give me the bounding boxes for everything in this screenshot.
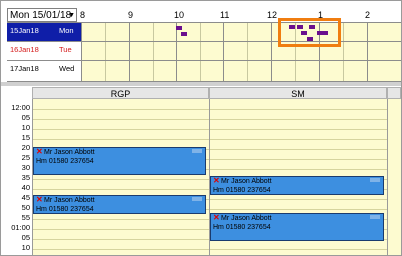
hour-label: 8 (80, 10, 86, 20)
day-weekday: Tue (59, 45, 72, 54)
date-dropdown[interactable]: Mon 15/01/18 ▼ (7, 8, 77, 22)
grid-line (33, 129, 210, 130)
time-label: 45 (21, 193, 30, 202)
time-label: 55 (21, 213, 30, 222)
patient-phone: Hm 01580 237654 (36, 158, 94, 165)
grid-line (223, 23, 224, 81)
grid-line (210, 129, 388, 130)
patient-phone: Hm 01580 237654 (213, 187, 271, 194)
grid-line (153, 23, 154, 81)
grid-line (343, 23, 344, 81)
time-label: 15 (21, 133, 30, 142)
grid-line (33, 249, 210, 250)
status-indicator (192, 149, 202, 153)
grid-line (210, 149, 388, 150)
appointment-block[interactable]: ✕ Mr Jason Abbott Hm 01580 237654 (33, 195, 206, 214)
booked-slot-marker[interactable] (176, 26, 182, 30)
status-indicator (370, 178, 380, 182)
day-date: 15Jan18 (10, 26, 39, 35)
close-icon[interactable]: ✕ (36, 148, 43, 156)
grid-line (247, 23, 248, 81)
day-weekday: Wed (59, 64, 75, 73)
time-label: 20 (21, 143, 30, 152)
time-label: 40 (21, 183, 30, 192)
grid-line (210, 209, 388, 210)
grid-line (33, 179, 210, 180)
hour-label: 10 (174, 10, 185, 20)
grid-line (210, 159, 388, 160)
day-row-tue[interactable]: 16Jan18 Tue (7, 42, 81, 60)
scheduler-window: Mon 15/01/18 ▼ 8 9 10 11 12 1 2 15Jan18 … (0, 0, 402, 256)
hour-label: 12 (267, 10, 278, 20)
grid-line (33, 189, 210, 190)
status-indicator (192, 197, 202, 201)
grid-line (367, 23, 368, 81)
day-row-mon[interactable]: 15Jan18 Mon (7, 23, 81, 41)
booked-slot-marker[interactable] (181, 32, 187, 36)
schedule-column-extra[interactable] (387, 99, 401, 255)
patient-phone: Hm 01580 237654 (213, 224, 271, 231)
date-dropdown-value: Mon 15/01/18 (10, 10, 72, 21)
grid-line (33, 239, 210, 240)
time-label: 12:00 (11, 103, 30, 112)
highlight-box (278, 18, 341, 47)
column-header-rgp[interactable]: RGP (32, 87, 209, 99)
day-date: 17Jan18 (10, 64, 39, 73)
time-label: 05 (21, 233, 30, 242)
grid-line (210, 139, 388, 140)
schedule-column-rgp[interactable] (32, 99, 210, 255)
grid-line (176, 23, 177, 81)
patient-name: Mr Jason Abbott (221, 215, 272, 222)
patient-name: Mr Jason Abbott (44, 197, 95, 204)
close-icon[interactable]: ✕ (213, 177, 220, 185)
grid-line (33, 229, 210, 230)
view-splitter[interactable] (1, 82, 401, 86)
patient-name: Mr Jason Abbott (44, 149, 95, 156)
time-label: 10 (21, 243, 30, 252)
close-icon[interactable]: ✕ (36, 196, 43, 204)
grid-line (210, 249, 388, 250)
appointment-block[interactable]: ✕ Mr Jason Abbott Hm 01580 237654 (210, 213, 384, 241)
day-row-wed[interactable]: 17Jan18 Wed (7, 61, 81, 79)
patient-phone: Hm 01580 237654 (36, 206, 94, 213)
time-axis: 12:00 05 10 15 20 25 30 35 40 45 50 55 0… (7, 99, 32, 255)
appointment-block[interactable]: ✕ Mr Jason Abbott Hm 01580 237654 (210, 176, 384, 195)
chevron-down-icon: ▼ (68, 12, 75, 19)
status-indicator (370, 215, 380, 219)
grid-line (81, 23, 82, 81)
day-date: 16Jan18 (10, 45, 39, 54)
column-header-sm[interactable]: SM (209, 87, 387, 99)
column-header-extra[interactable] (387, 87, 401, 99)
time-label: 10 (21, 123, 30, 132)
grid-line (210, 109, 388, 110)
grid-line (271, 23, 272, 81)
hour-label: 11 (220, 10, 230, 20)
time-label: 05 (21, 113, 30, 122)
grid-line (129, 23, 130, 81)
grid-line (210, 119, 388, 120)
patient-name: Mr Jason Abbott (221, 178, 272, 185)
time-label: 25 (21, 153, 30, 162)
day-weekday: Mon (59, 26, 74, 35)
time-label: 30 (21, 163, 30, 172)
grid-line (33, 139, 210, 140)
grid-line (105, 23, 106, 81)
grid-line (33, 219, 210, 220)
grid-line (200, 23, 201, 81)
grid-line (33, 109, 210, 110)
grid-line (210, 199, 388, 200)
time-label: 50 (21, 203, 30, 212)
close-icon[interactable]: ✕ (213, 214, 220, 222)
time-label: 35 (21, 173, 30, 182)
appointment-block[interactable]: ✕ Mr Jason Abbott Hm 01580 237654 (33, 147, 206, 175)
hour-label: 2 (365, 10, 371, 20)
grid-line (33, 119, 210, 120)
hour-label: 9 (128, 10, 134, 20)
time-label: 01:00 (11, 223, 30, 232)
grid-line (210, 169, 388, 170)
